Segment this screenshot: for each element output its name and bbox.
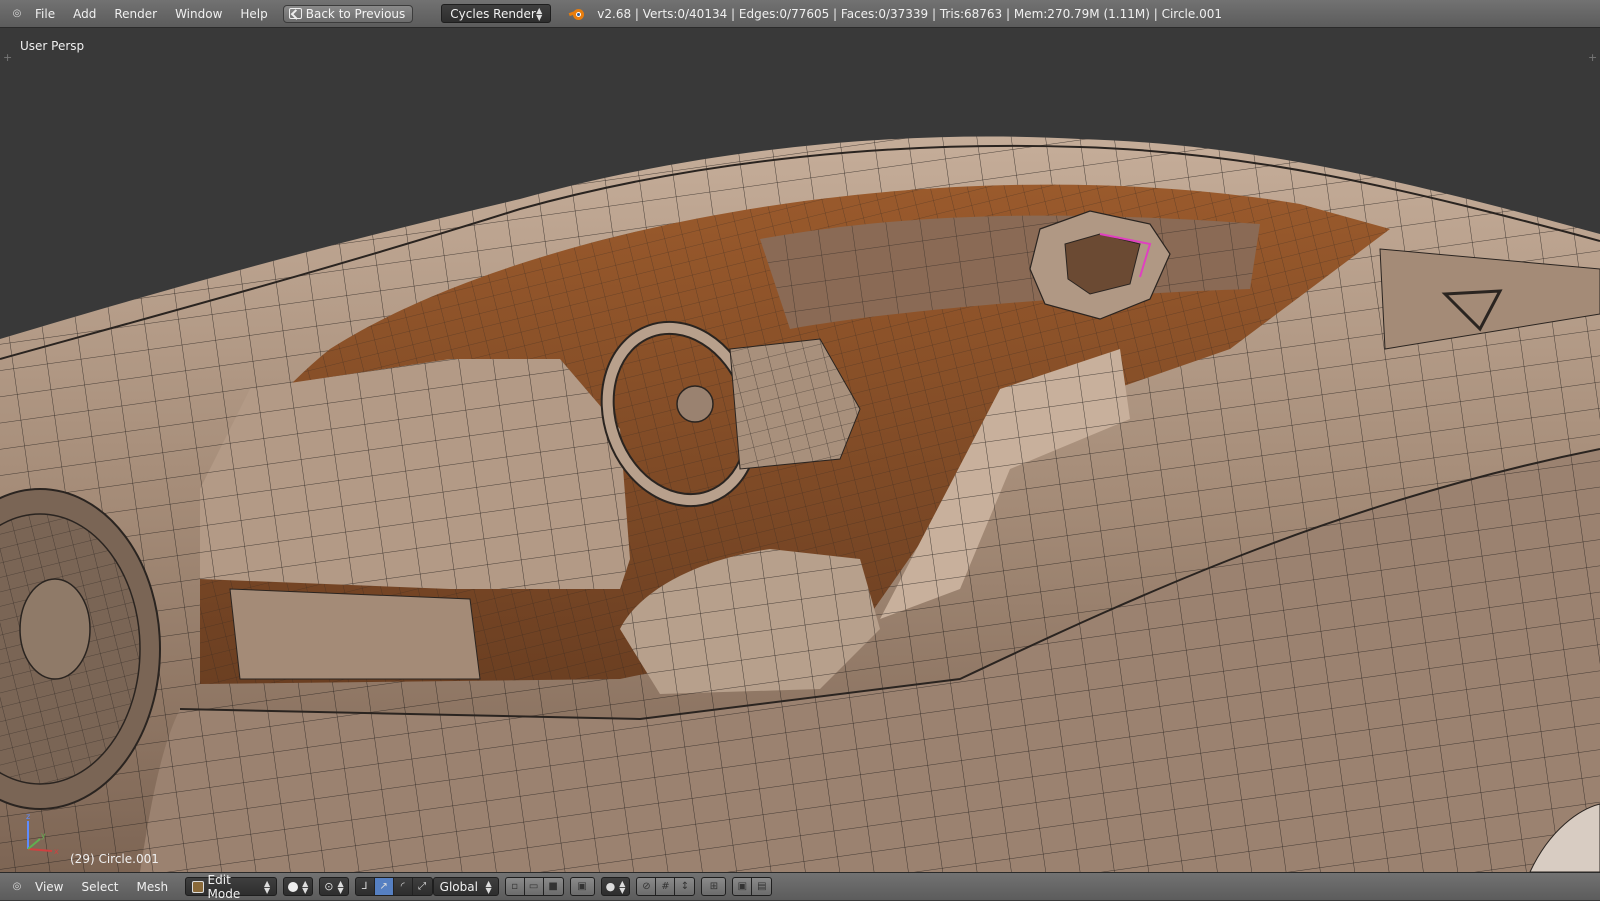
proportional-editing-icon: ● — [605, 880, 616, 893]
occlude-geometry-icon: ▣ — [577, 881, 587, 892]
menu-render[interactable]: Render — [105, 7, 166, 21]
render-image-icon[interactable]: ▣ — [733, 878, 753, 895]
car-mesh-wireframe — [0, 136, 1600, 872]
rotate-manipulator-icon[interactable]: ◜ — [394, 878, 413, 895]
svg-text:y: y — [41, 831, 46, 840]
select-mode-group: ▫ ▭ ■ — [504, 877, 564, 896]
pivot-point-select[interactable]: ⊙ ▲ ▼ — [319, 877, 349, 896]
viewport-shading-select[interactable]: ▲ ▼ — [283, 877, 314, 896]
menu-help[interactable]: Help — [231, 7, 276, 21]
3d-viewport[interactable]: + + User Persp z x y (29) Circle.001 — [0, 29, 1600, 872]
edge-select-icon[interactable]: ▭ — [525, 878, 544, 895]
menu-view[interactable]: View — [26, 880, 72, 894]
3d-view-header: ◎ View Select Mesh Edit Mode ▲ ▼ ▲ ▼ ⊙ ▲ ▼ … — [0, 872, 1600, 901]
updown-arrows-icon: ▲ ▼ — [536, 5, 543, 22]
back-icon — [288, 8, 302, 19]
mode-value: Edit Mode — [207, 872, 241, 901]
updown-arrows-icon: ▲ ▼ — [337, 878, 344, 895]
layers-toggle[interactable]: ⊞ — [701, 877, 727, 896]
back-to-previous-label: Back to Previous — [305, 6, 406, 21]
layers-icon: ⊞ — [709, 881, 719, 892]
updown-arrows-icon: ▲ ▼ — [302, 878, 309, 895]
face-select-icon[interactable]: ■ — [544, 878, 563, 895]
updown-arrows-icon: ▲ ▼ — [485, 878, 492, 895]
snap-toggle-icon[interactable]: ⊘ — [637, 878, 657, 895]
blender-logo-icon — [568, 7, 585, 21]
orientation-value: Global — [439, 879, 478, 894]
info-header: ◎ File Add Render Window Help Back to Pr… — [0, 0, 1600, 28]
updown-arrows-icon: ▲ ▼ — [619, 878, 626, 895]
menu-mesh[interactable]: Mesh — [128, 880, 178, 894]
proportional-editing-select[interactable]: ● ▲ ▼ — [600, 877, 631, 896]
vertex-select-icon[interactable]: ▫ — [506, 878, 525, 895]
editor-type-icon[interactable]: ◎ — [8, 5, 26, 23]
edit-mode-icon — [192, 880, 204, 893]
svg-text:x: x — [54, 847, 59, 856]
menu-window[interactable]: Window — [166, 7, 231, 21]
transform-orientation-select[interactable]: Global ▲ ▼ — [432, 877, 499, 896]
snap-group: ⊘ # ↕ — [636, 877, 696, 896]
region-expand-right-icon[interactable]: + — [1588, 51, 1597, 64]
scale-manipulator-icon[interactable]: ⤢ — [413, 878, 432, 895]
menu-file[interactable]: File — [26, 7, 64, 21]
mode-select[interactable]: Edit Mode ▲ ▼ — [185, 873, 278, 901]
active-object-label: (29) Circle.001 — [70, 852, 159, 866]
manipulator-group: ⅃ ↗ ◜ ⤢ — [354, 877, 433, 896]
menu-select[interactable]: Select — [72, 880, 127, 894]
editor-type-icon-bottom[interactable]: ◎ — [8, 878, 26, 896]
region-expand-left-icon[interactable]: + — [3, 51, 12, 64]
occlude-geometry-toggle[interactable]: ▣ — [569, 877, 595, 896]
solid-shading-icon — [288, 881, 299, 892]
render-engine-value: Cycles Render — [450, 6, 536, 21]
back-to-previous-button[interactable]: Back to Previous — [282, 4, 414, 23]
updown-arrows-icon[interactable]: ↕ — [675, 878, 694, 895]
render-engine-select[interactable]: Cycles Render ▲ ▼ — [441, 4, 552, 23]
render-group: ▣ ▤ — [732, 877, 773, 896]
render-animation-icon[interactable]: ▤ — [752, 878, 771, 895]
menu-add[interactable]: Add — [64, 7, 105, 21]
updown-arrows-icon: ▲ ▼ — [263, 878, 271, 895]
view-label: User Persp — [20, 39, 85, 53]
manipulator-toggle-icon[interactable]: ⅃ — [356, 878, 375, 895]
snap-element-icon[interactable]: # — [656, 878, 676, 895]
translate-manipulator-icon[interactable]: ↗ — [374, 878, 394, 895]
scene-stats: v2.68 | Verts:0/40134 | Edges:0/77605 | … — [597, 6, 1222, 21]
pivot-icon: ⊙ — [324, 880, 334, 893]
svg-text:z: z — [26, 812, 30, 821]
axis-gizmo-icon: z x y — [26, 812, 59, 856]
